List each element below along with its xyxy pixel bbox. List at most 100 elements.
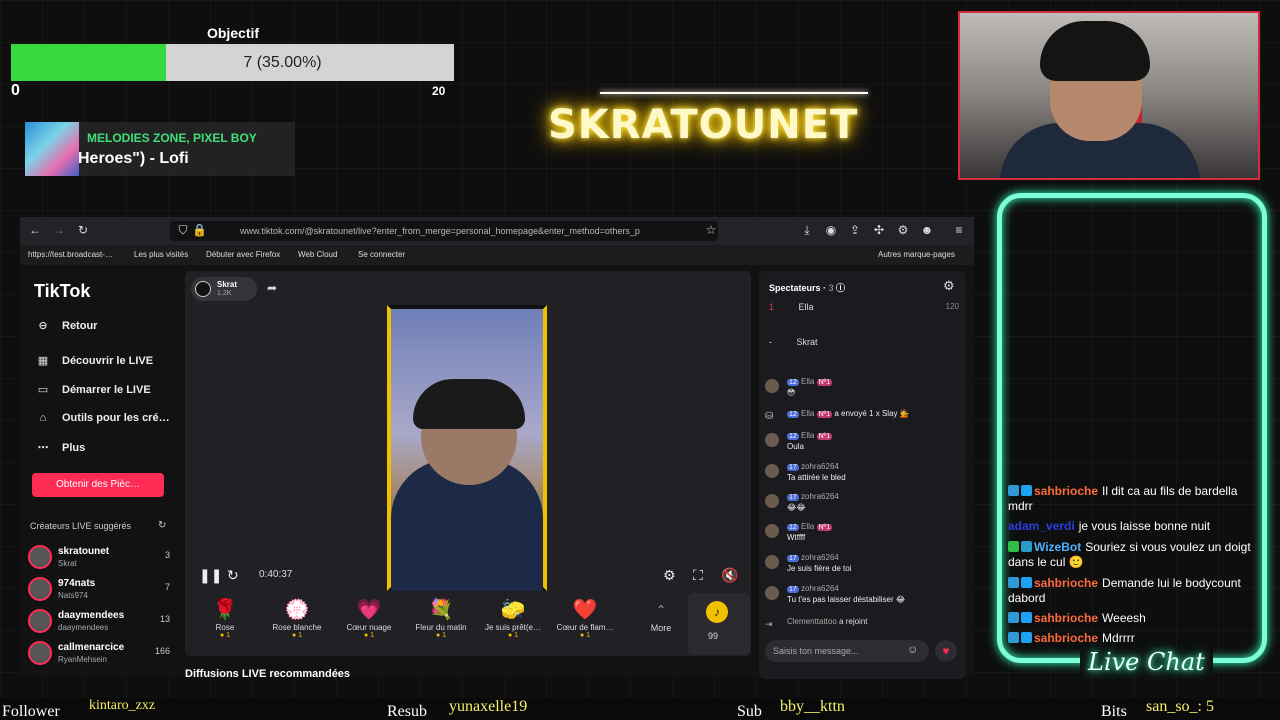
creator-item[interactable]: callmenarcice RyanMehsein 166 — [28, 641, 170, 671]
bookmark-item[interactable]: Se connecter — [358, 250, 405, 259]
live-chat-title: Live Chat — [1080, 648, 1213, 676]
mute-icon[interactable]: 🔇 — [721, 567, 738, 584]
logo-line — [600, 92, 868, 94]
sub-value: bby__kttn — [780, 698, 845, 715]
comment-item[interactable]: 17 zohra6264 Je suis fière de toi — [765, 553, 961, 581]
menu-icon[interactable]: ≡ — [952, 223, 966, 237]
bookmark-folder[interactable]: Autres marque-pages — [878, 250, 955, 259]
gift-ready[interactable]: 🧽 Je suis prêt(e… ● 1 — [477, 593, 549, 658]
fullscreen-icon[interactable]: ⛶ — [693, 567, 703, 584]
comment-text: Je suis fière de toi — [787, 564, 852, 573]
bookmark-item[interactable]: Les plus visités — [134, 250, 188, 259]
puzzle-icon[interactable]: ✣ — [872, 223, 886, 237]
spectator-row[interactable]: 1 Ella 120 — [769, 302, 959, 312]
share-icon[interactable]: ⇪ — [848, 223, 862, 237]
comment-item[interactable]: 17 zohra6264 😂😂 — [765, 492, 961, 520]
webcam-hair — [1040, 21, 1150, 81]
url-bar[interactable]: www.tiktok.com/@skratounet/live?enter_fr… — [170, 221, 718, 241]
comment-header: 12 Ella Nº1 — [787, 377, 833, 386]
creator-item[interactable]: daaymendees daaymendees 13 — [28, 609, 170, 639]
gift-cloud-heart[interactable]: 💗 Cœur nuage ● 1 — [333, 593, 405, 658]
bookmark-item[interactable]: https://test.broadcast-… — [28, 250, 113, 259]
video-frame — [387, 305, 547, 591]
download-icon[interactable]: ⤓ — [800, 223, 814, 238]
level-badge: 12 — [787, 433, 799, 440]
settings-icon[interactable]: ⚙ — [896, 223, 910, 237]
spectator-row[interactable]: - Skrat — [769, 337, 818, 347]
bookmark-star-icon[interactable]: ☆ — [704, 223, 718, 237]
comment-item[interactable]: 12 Ella Nº1 Oula — [765, 431, 961, 459]
refresh-icon[interactable]: ↻ — [158, 520, 166, 531]
reload-icon[interactable]: ↻ — [76, 223, 90, 237]
comment-header: 12 Ella Nº1 — [787, 431, 833, 440]
live-chat-message: sahbrioche Demande lui le bodycount dabor… — [1008, 576, 1253, 606]
gift-white-rose[interactable]: 💮 Rose blanche ● 1 — [261, 593, 333, 658]
coin-balance[interactable]: ♪ 99 — [688, 593, 750, 655]
avatar — [765, 524, 779, 538]
settings-gear-icon[interactable]: ⚙ — [663, 567, 676, 584]
music-title: Heroes") - Lofi — [78, 150, 189, 167]
gift-flame-heart[interactable]: ❤️ Cœur de flam… ● 1 — [549, 593, 621, 658]
creator-item[interactable]: 974nats Nats974 7 — [28, 577, 170, 607]
gift-comment-item[interactable]: ⛁ 12 Ella Nº1 a envoyé 1 x Slay 💁 — [765, 409, 961, 427]
comment-item[interactable]: 17 zohra6264 Ta attirée le bled — [765, 462, 961, 490]
get-coins-button[interactable]: Obtenir des Pièc… — [32, 473, 164, 497]
chat-message-input[interactable]: Saisis ton message... — [765, 640, 929, 662]
comment-header: 12 Ella Nº1 — [787, 522, 833, 531]
nav-more[interactable]: ⋯ Plus — [34, 441, 86, 454]
gift-more-button[interactable]: ⌃ More — [625, 593, 697, 658]
more-dots-icon: ⋯ — [37, 442, 49, 454]
pause-icon[interactable]: ❚❚ — [199, 567, 222, 584]
live-chat-message: sahbrioche Il dit ca au fils de bardella … — [1008, 484, 1253, 514]
like-heart-button[interactable]: ♥ — [935, 640, 957, 662]
discord-icon[interactable]: ☻ — [920, 223, 934, 237]
fan-badge: Nº1 — [816, 411, 833, 418]
bits-label: Bits — [1101, 703, 1127, 720]
avatar — [765, 586, 779, 600]
join-notice: ⇥ Clementtattoo a rejoint — [765, 617, 961, 633]
sub-badge-icon — [1021, 632, 1032, 643]
emoji-icon[interactable]: ☺ — [907, 644, 918, 656]
verified-badge-icon — [1021, 541, 1032, 552]
nav-creator-tools[interactable]: ⌂ Outils pour les cré… — [34, 412, 170, 424]
share-arrow-icon[interactable]: ➦ — [267, 281, 277, 295]
gift-morning-flower[interactable]: 💐 Fleur du matin ● 1 — [405, 593, 477, 658]
lock-icon[interactable]: 🔒 — [192, 223, 207, 237]
spectator-score: 120 — [945, 302, 959, 311]
sub-badge-icon — [1021, 612, 1032, 623]
bookmark-item[interactable]: Web Cloud — [298, 250, 337, 259]
creator-handle: daaymendees — [58, 623, 109, 632]
tiktok-logo[interactable]: TikTok — [34, 281, 90, 302]
creator-item[interactable]: skratounet Skrat 3 — [28, 545, 170, 575]
avatar — [28, 545, 52, 569]
fan-badge: Nº1 — [816, 524, 833, 531]
gift-price: ● 1 — [219, 632, 231, 639]
comment-text: Wtffff — [787, 533, 806, 542]
gift-rose[interactable]: 🌹 Rose ● 1 — [189, 593, 261, 658]
join-text: Clementtattoo a rejoint — [787, 617, 868, 626]
extension-icon[interactable]: ◉ — [824, 223, 838, 237]
alerts-bar — [0, 698, 1280, 720]
back-link[interactable]: ⊖ Retour — [34, 319, 97, 332]
level-badge: 12 — [787, 379, 799, 386]
nav-start-live[interactable]: ▭ Démarrer le LIVE — [34, 383, 151, 396]
comment-item[interactable]: 17 zohra6264 Tu t'es pas laisser déstabi… — [765, 584, 961, 612]
comment-item[interactable]: 12 Ella Nº1 Wtffff — [765, 522, 961, 550]
tiktok-chat-panel: Spectateurs · 3 ⓘ ⚙ 1 Ella 120 - Skrat 1… — [759, 271, 966, 679]
bookmark-item[interactable]: Débuter avec Firefox — [206, 250, 280, 259]
rose-icon: 🌹 — [212, 599, 238, 621]
replay-icon[interactable]: ↻ — [227, 567, 239, 584]
shield-icon[interactable]: ⛉ — [176, 223, 190, 238]
browser-toolbar: ← → ↻ www.tiktok.com/@skratounet/live?en… — [20, 217, 974, 245]
comment-item[interactable]: 12 Ella Nº1 😳 — [765, 377, 961, 405]
level-badge: 17 — [787, 555, 799, 562]
resub-value: yunaxelle19 — [449, 698, 528, 715]
gift-name: Rose — [215, 623, 235, 632]
forward-arrow-icon[interactable]: → — [52, 223, 66, 237]
settings-gear-icon[interactable]: ⚙ — [943, 278, 955, 294]
chat-user: sahbrioche — [1034, 484, 1099, 498]
gift-price: ● 1 — [507, 632, 519, 639]
host-chip[interactable]: Skrat 1.2K — [191, 277, 257, 301]
nav-discover-live[interactable]: ▦ Découvrir le LIVE — [34, 354, 153, 367]
back-arrow-icon[interactable]: ← — [28, 223, 42, 237]
